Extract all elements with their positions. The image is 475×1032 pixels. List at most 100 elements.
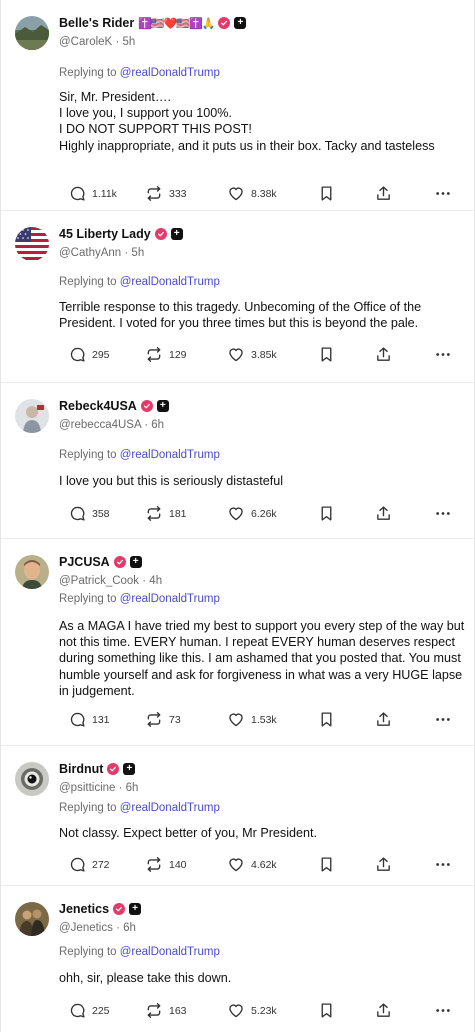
like-button[interactable]: 1.53k: [227, 711, 277, 728]
reply-post[interactable]: Rebeck4USA + @rebecca4USA · 6h Replying …: [1, 382, 475, 538]
reply-post[interactable]: 45 Liberty Lady + @CathyAnn · 5h Replyin…: [1, 210, 475, 382]
action-bar: 358 181 6.26k: [59, 505, 459, 527]
author-row: Jenetics +: [59, 902, 142, 916]
more-options-button[interactable]: [435, 1002, 451, 1019]
user-handle[interactable]: @CathyAnn: [59, 247, 121, 259]
avatar[interactable]: [15, 762, 49, 796]
user-handle[interactable]: @Jenetics: [59, 922, 113, 934]
more-options-button[interactable]: [435, 856, 451, 873]
reply-mention-link[interactable]: @realDonaldTrump: [120, 276, 220, 288]
share-button[interactable]: [375, 505, 392, 522]
plus-badge-icon: +: [170, 228, 183, 240]
reply-button[interactable]: 225: [69, 1002, 110, 1019]
share-button[interactable]: [375, 185, 392, 202]
reply-post[interactable]: Jenetics + @Jenetics · 6h Replying to @r…: [1, 885, 475, 1032]
repost-button[interactable]: 129: [145, 346, 187, 363]
handle-row: @CathyAnn · 5h: [59, 247, 144, 259]
repost-icon: [145, 185, 163, 202]
avatar[interactable]: [15, 16, 49, 50]
user-handle[interactable]: @psitticine: [59, 782, 115, 794]
repost-button[interactable]: 333: [145, 185, 187, 202]
repost-button[interactable]: 163: [145, 1002, 187, 1019]
like-button[interactable]: 8.38k: [227, 185, 277, 202]
like-button[interactable]: 5.23k: [227, 1002, 277, 1019]
share-icon: [375, 185, 392, 202]
display-name[interactable]: PJCUSA: [59, 555, 110, 569]
like-button[interactable]: 4.62k: [227, 856, 277, 873]
repost-count: 129: [169, 348, 187, 361]
reply-button[interactable]: 1.11k: [69, 185, 117, 202]
reply-count: 358: [92, 507, 110, 520]
post-text: Not classy. Expect better of you, Mr Pre…: [59, 826, 318, 840]
more-icon: [435, 1002, 451, 1019]
user-handle[interactable]: @CaroleK: [59, 36, 112, 48]
bookmark-button[interactable]: [319, 185, 334, 202]
handle-row: @Jenetics · 6h: [59, 922, 136, 934]
verified-badge-icon: [113, 556, 126, 568]
replying-to-label: Replying to: [59, 802, 117, 814]
reply-count: 1.11k: [92, 187, 117, 200]
heart-icon: [227, 1002, 245, 1019]
reply-post[interactable]: Birdnut + @psitticine · 6h Replying to @…: [1, 745, 475, 885]
replying-to: Replying to @realDonaldTrump: [59, 276, 220, 288]
verified-badge-icon: [154, 228, 167, 240]
bookmark-button[interactable]: [319, 711, 334, 728]
bookmark-button[interactable]: [319, 346, 334, 363]
reply-button[interactable]: 358: [69, 505, 110, 522]
reply-button[interactable]: 295: [69, 346, 110, 363]
reply-mention-link[interactable]: @realDonaldTrump: [120, 67, 220, 79]
display-name[interactable]: Birdnut: [59, 762, 103, 776]
bookmark-button[interactable]: [319, 1002, 334, 1019]
post-time[interactable]: 5h: [122, 36, 135, 48]
avatar[interactable]: [15, 399, 49, 433]
more-options-button[interactable]: [435, 185, 451, 202]
share-button[interactable]: [375, 1002, 392, 1019]
verified-badge-icon: [107, 763, 120, 775]
repost-button[interactable]: 181: [145, 505, 187, 522]
more-options-button[interactable]: [435, 346, 451, 363]
post-time[interactable]: 6h: [151, 419, 164, 431]
reply-button[interactable]: 131: [69, 711, 110, 728]
avatar[interactable]: [15, 902, 49, 936]
post-time[interactable]: 6h: [123, 922, 136, 934]
replying-to: Replying to @realDonaldTrump: [59, 449, 220, 461]
user-handle[interactable]: @rebecca4USA: [59, 419, 141, 431]
reply-button[interactable]: 272: [69, 856, 110, 873]
author-row: PJCUSA +: [59, 555, 142, 569]
reply-mention-link[interactable]: @realDonaldTrump: [120, 593, 220, 605]
repost-button[interactable]: 140: [145, 856, 187, 873]
share-button[interactable]: [375, 346, 392, 363]
reply-mention-link[interactable]: @realDonaldTrump: [120, 802, 220, 814]
reply-feed: Belle's Rider ✝️🇺🇸❤️🇺🇸✝️🙏 + @CaroleK · 5…: [0, 0, 475, 1032]
repost-button[interactable]: 73: [145, 711, 181, 728]
display-name[interactable]: Belle's Rider: [59, 16, 134, 30]
reply-mention-link[interactable]: @realDonaldTrump: [120, 946, 220, 958]
post-text: ohh, sir, please take this down.: [59, 971, 232, 985]
display-name[interactable]: Jenetics: [59, 902, 109, 916]
plus-badge-icon: +: [129, 556, 142, 568]
author-row: Birdnut +: [59, 762, 136, 776]
like-button[interactable]: 6.26k: [227, 505, 277, 522]
bookmark-button[interactable]: [319, 856, 334, 873]
more-options-button[interactable]: [435, 711, 451, 728]
share-button[interactable]: [375, 856, 392, 873]
display-name[interactable]: Rebeck4USA: [59, 399, 137, 413]
reply-post[interactable]: Belle's Rider ✝️🇺🇸❤️🇺🇸✝️🙏 + @CaroleK · 5…: [1, 0, 475, 210]
share-button[interactable]: [375, 711, 392, 728]
post-time[interactable]: 6h: [126, 782, 139, 794]
post-text: Terrible response to this tragedy. Unbec…: [59, 300, 422, 331]
post-time[interactable]: 4h: [149, 575, 162, 587]
like-button[interactable]: 3.85k: [227, 346, 277, 363]
reply-post[interactable]: PJCUSA + @Patrick_Cook · 4h Replying to …: [1, 538, 475, 745]
replying-to: Replying to @realDonaldTrump: [59, 67, 220, 79]
more-icon: [435, 185, 451, 202]
bookmark-button[interactable]: [319, 505, 334, 522]
user-handle[interactable]: @Patrick_Cook: [59, 575, 139, 587]
post-time[interactable]: 5h: [131, 247, 144, 259]
reply-mention-link[interactable]: @realDonaldTrump: [120, 449, 220, 461]
display-name[interactable]: 45 Liberty Lady: [59, 227, 151, 241]
more-options-button[interactable]: [435, 505, 451, 522]
avatar[interactable]: [15, 555, 49, 589]
action-bar: 1.11k 333 8.38k: [59, 185, 459, 207]
avatar[interactable]: [15, 227, 49, 261]
